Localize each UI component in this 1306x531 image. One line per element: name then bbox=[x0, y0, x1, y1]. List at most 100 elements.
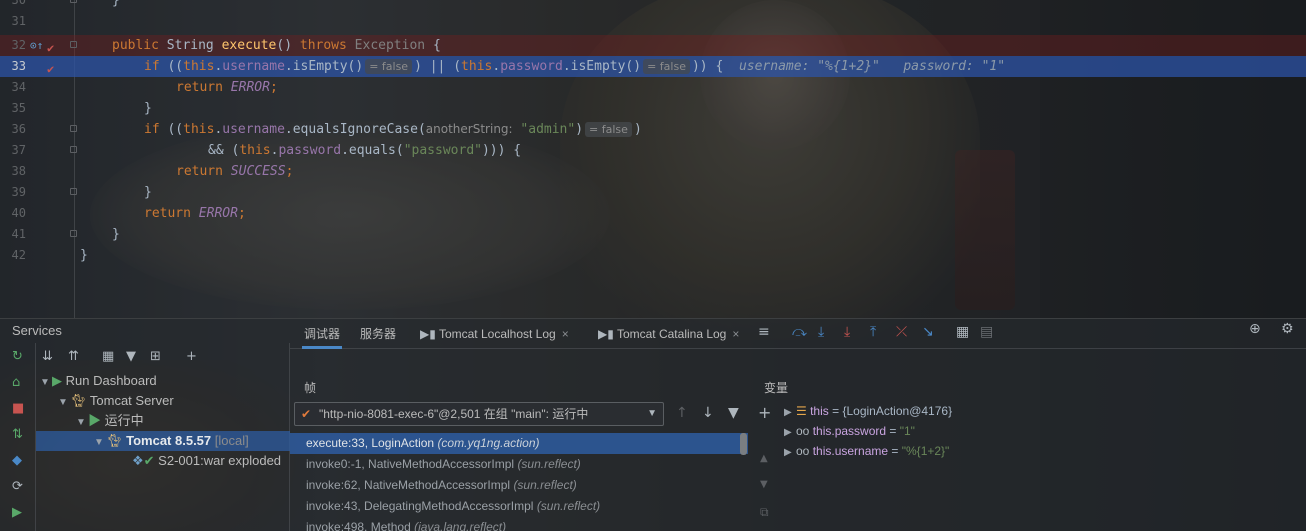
code-text: return ERROR; bbox=[144, 206, 246, 221]
step-into-icon[interactable]: ⤓ bbox=[818, 324, 824, 340]
code-line-30[interactable]: 30 } bbox=[0, 0, 1306, 11]
tree-node-artifact[interactable]: ❖✔ S2-001:war exploded bbox=[132, 451, 281, 471]
evaluate-expression-icon[interactable]: ▦ bbox=[956, 324, 969, 340]
code-line-39[interactable]: 39 } bbox=[0, 182, 1306, 203]
chevron-down-icon[interactable]: ▼ bbox=[58, 393, 70, 413]
chevron-right-icon[interactable]: ▶ bbox=[784, 423, 796, 443]
frame-row[interactable]: invoke:43, DelegatingMethodAccessorImpl … bbox=[290, 496, 748, 517]
code-line-38[interactable]: 38 return SUCCESS; bbox=[0, 161, 1306, 182]
frame-row[interactable]: invoke:498, Method (java.lang.reflect) bbox=[290, 517, 748, 531]
rerun-icon[interactable]: ↻ bbox=[12, 349, 23, 364]
variables-header: 变量 bbox=[764, 381, 789, 395]
copy-icon[interactable]: ⧉ bbox=[760, 505, 769, 520]
code-editor[interactable]: 30 } 31 32 ⊙↑ ✔ public String execute() … bbox=[0, 0, 1306, 318]
services-title: Services bbox=[12, 323, 62, 338]
watch-glasses-icon: oo bbox=[796, 444, 813, 458]
tree-node-running[interactable]: ▼ ▶ 运行中 bbox=[76, 411, 144, 431]
variables-panel: 变量 + ▲ ▼ ⧉ ▶ ☰ this = {LoginAction@4176} … bbox=[756, 343, 1306, 531]
chevron-right-icon[interactable]: ▶ bbox=[784, 443, 796, 463]
line-number: 41 bbox=[11, 227, 26, 241]
code-text: } bbox=[144, 185, 152, 200]
frame-row[interactable]: execute:33, LoginAction (com.yq1ng.actio… bbox=[290, 433, 748, 454]
tomcat-icon: 🐈︎ bbox=[106, 433, 127, 448]
code-line-33-current[interactable]: 33 ✔ if ((this.username.isEmpty() = false… bbox=[0, 56, 1306, 77]
line-number: 39 bbox=[11, 185, 26, 199]
code-line-32[interactable]: 32 ⊙↑ ✔ public String execute() throws E… bbox=[0, 35, 1306, 56]
line-number: 42 bbox=[11, 248, 26, 262]
line-number: 30 bbox=[11, 0, 26, 7]
code-line-31[interactable]: 31 bbox=[0, 11, 1306, 32]
drop-frame-icon[interactable]: ⤫ bbox=[896, 324, 907, 340]
attach-debugger-icon[interactable]: ◆ bbox=[12, 453, 22, 468]
step-out-icon[interactable]: ⤒ bbox=[870, 324, 876, 340]
next-frame-icon[interactable]: ↓ bbox=[702, 405, 714, 421]
filter-icon[interactable]: ▼ bbox=[126, 349, 136, 364]
tree-node-tomcat-server[interactable]: ▼ 🐈︎ Tomcat Server bbox=[58, 391, 174, 411]
frame-row[interactable]: invoke:62, NativeMethodAccessorImpl (sun… bbox=[290, 475, 748, 496]
code-line-36[interactable]: 36 if ((this.username.equalsIgnoreCase(a… bbox=[0, 119, 1306, 140]
update-icon[interactable]: ⇅ bbox=[12, 427, 23, 442]
code-line-35[interactable]: 35 } bbox=[0, 98, 1306, 119]
close-icon[interactable]: × bbox=[732, 327, 739, 341]
fold-marker-icon[interactable] bbox=[70, 0, 77, 3]
chevron-down-icon[interactable]: ▼ bbox=[94, 433, 106, 453]
fold-marker-icon[interactable] bbox=[70, 146, 77, 153]
tree-toolbar: ⇊ ⇈ ▦ ▼ ⊞ + bbox=[36, 343, 290, 373]
code-line-37[interactable]: 37 && (this.password.equals("password"))… bbox=[0, 140, 1306, 161]
artifact-icon: ❖ bbox=[132, 453, 144, 468]
run-icon: ▶ bbox=[88, 413, 105, 428]
tomcat-icon: 🐈︎ bbox=[70, 393, 90, 408]
close-icon[interactable]: × bbox=[562, 327, 569, 341]
move-down-icon[interactable]: ▼ bbox=[760, 479, 768, 490]
move-up-icon[interactable]: ▲ bbox=[760, 453, 768, 464]
inline-value-hint: = false bbox=[643, 59, 690, 74]
fold-marker-icon[interactable] bbox=[70, 230, 77, 237]
expand-all-icon[interactable]: ⇊ bbox=[42, 349, 53, 364]
add-service-icon[interactable]: + bbox=[186, 349, 197, 364]
resume-icon[interactable]: ▶ bbox=[12, 505, 22, 520]
dropdown-arrow-icon[interactable]: ▼ bbox=[647, 403, 657, 425]
thread-check-icon: ✔ bbox=[301, 407, 312, 421]
deploy-icon[interactable]: ⌂ bbox=[12, 375, 20, 390]
services-panel: Services ⊕ ⚙ ↻ ⌂ ■ ⇅ ◆ ⟳ ▶ ⇊ ⇈ ▦ ▼ ⊞ + ▼… bbox=[0, 318, 1306, 531]
trace-icon[interactable]: ▤ bbox=[980, 324, 993, 340]
group-by-icon[interactable]: ▦ bbox=[102, 349, 114, 364]
tree-node-tomcat-8557[interactable]: ▼ 🐈︎ Tomcat 8.5.57 [local] bbox=[36, 431, 290, 451]
tree-node-run-dashboard[interactable]: ▼ ▶ Run Dashboard bbox=[40, 371, 157, 391]
code-line-42[interactable]: 42 } bbox=[0, 245, 1306, 266]
variable-row[interactable]: ▶ oo this.password = "1" bbox=[784, 421, 915, 441]
chevron-down-icon[interactable]: ▼ bbox=[76, 413, 88, 433]
fold-marker-icon[interactable] bbox=[70, 41, 77, 48]
console-icon: ▶▮ bbox=[598, 327, 617, 341]
inline-debug-values: username: "%{1+2}" password: "1" bbox=[738, 59, 1006, 74]
frames-menu-icon[interactable]: ≡ bbox=[758, 324, 770, 340]
variable-row[interactable]: ▶ ☰ this = {LoginAction@4176} bbox=[784, 401, 952, 421]
refresh-icon[interactable]: ⟳ bbox=[12, 479, 23, 494]
code-text: return ERROR; bbox=[176, 80, 278, 95]
run-to-cursor-icon[interactable]: ↘ bbox=[922, 324, 934, 340]
chevron-down-icon[interactable]: ▼ bbox=[40, 373, 52, 393]
variable-row[interactable]: ▶ oo this.username = "%{1+2}" bbox=[784, 441, 949, 461]
frame-row[interactable]: invoke0:-1, NativeMethodAccessorImpl (su… bbox=[290, 454, 748, 475]
step-over-icon[interactable]: ⤼ bbox=[792, 324, 807, 340]
thread-selector[interactable]: ✔ "http-nio-8081-exec-6"@2,501 在组 "main"… bbox=[294, 402, 664, 426]
fold-marker-icon[interactable] bbox=[70, 125, 77, 132]
method-override-icon[interactable]: ⊙↑ bbox=[30, 35, 43, 56]
collapse-all-icon[interactable]: ⇈ bbox=[68, 349, 79, 364]
code-text: } bbox=[80, 248, 88, 263]
stop-icon[interactable]: ■ bbox=[12, 401, 24, 416]
chevron-right-icon[interactable]: ▶ bbox=[784, 403, 796, 423]
code-line-41[interactable]: 41 } bbox=[0, 224, 1306, 245]
code-line-40[interactable]: 40 return ERROR; bbox=[0, 203, 1306, 224]
add-watch-icon[interactable]: + bbox=[758, 403, 771, 422]
console-icon: ▶▮ bbox=[420, 327, 439, 341]
new-tab-icon[interactable]: ⊞ bbox=[150, 349, 161, 364]
filter-frames-icon[interactable]: ▼ bbox=[728, 405, 739, 421]
code-line-34[interactable]: 34 return ERROR; bbox=[0, 77, 1306, 98]
fold-marker-icon[interactable] bbox=[70, 188, 77, 195]
frames-scrollbar[interactable] bbox=[740, 433, 747, 455]
code-text: public String execute() throws Exception… bbox=[112, 38, 441, 53]
force-step-into-icon[interactable]: ⤓ bbox=[844, 324, 850, 340]
prev-frame-icon[interactable]: ↑ bbox=[676, 405, 688, 421]
services-tree: ⇊ ⇈ ▦ ▼ ⊞ + ▼ ▶ Run Dashboard ▼ 🐈︎ Tomcat … bbox=[36, 343, 290, 531]
